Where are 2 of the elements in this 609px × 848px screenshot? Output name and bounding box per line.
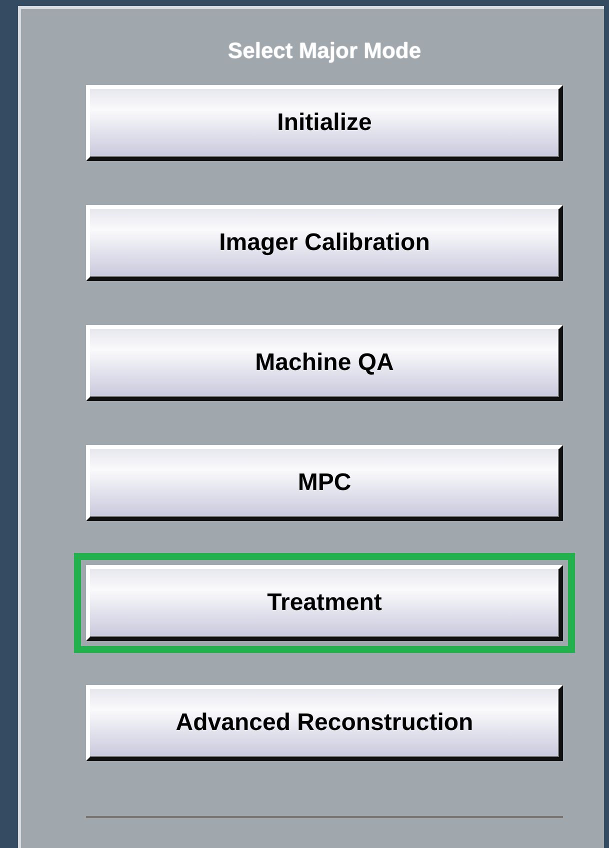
mode-button[interactable]: Treatment <box>74 553 575 653</box>
panel-title: Select Major Mode <box>228 37 422 65</box>
